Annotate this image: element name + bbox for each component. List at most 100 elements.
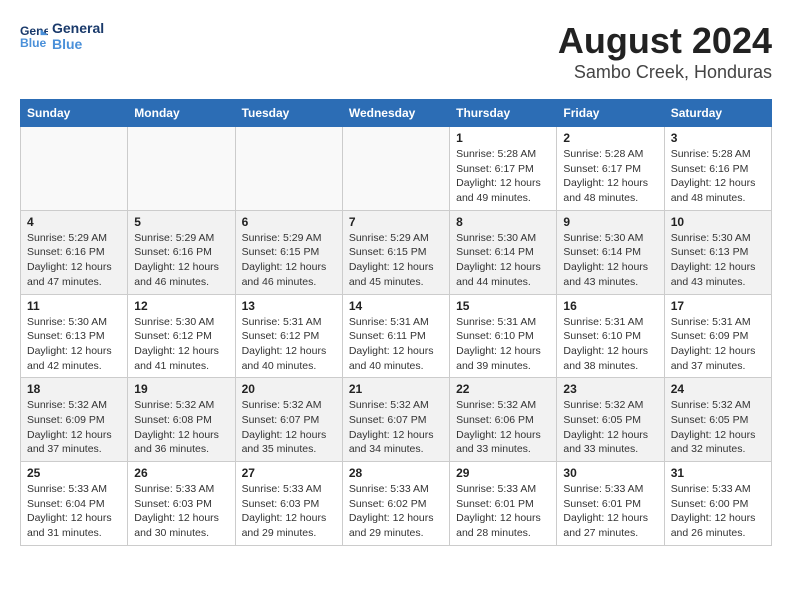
day-info-line: Sunset: 6:16 PM [27,245,121,260]
day-info-line: Sunrise: 5:33 AM [349,482,443,497]
day-info-line: Daylight: 12 hours [563,428,657,443]
day-info-line: Sunset: 6:03 PM [242,497,336,512]
calendar-cell: 5Sunrise: 5:29 AMSunset: 6:16 PMDaylight… [128,210,235,294]
day-info: Sunrise: 5:30 AMSunset: 6:12 PMDaylight:… [134,315,228,374]
day-info-line: and 26 minutes. [671,526,765,541]
day-info-line: Sunrise: 5:29 AM [349,231,443,246]
day-info-line: Sunset: 6:17 PM [563,162,657,177]
day-info-line: Daylight: 12 hours [456,511,550,526]
header-monday: Monday [128,100,235,127]
day-info-line: Sunrise: 5:30 AM [563,231,657,246]
day-info-line: Sunrise: 5:31 AM [242,315,336,330]
day-number: 12 [134,299,228,313]
day-info-line: Sunset: 6:06 PM [456,413,550,428]
day-info-line: Sunrise: 5:32 AM [671,398,765,413]
day-info-line: Daylight: 12 hours [671,511,765,526]
calendar-week-5: 25 Sunrise: 5:33 AM Sunset: 6:04 PM Dayligh… [21,462,772,546]
day-info-line: Sunset: 6:15 PM [242,245,336,260]
day-info-line: Sunset: 6:07 PM [242,413,336,428]
day-info-line: Daylight: 12 hours [456,260,550,275]
day-info-line: Sunset: 6:13 PM [671,245,765,260]
day-info-line: Sunrise: 5:30 AM [671,231,765,246]
day-info-line: Sunrise: 5:32 AM [563,398,657,413]
day-info: Sunrise: 5:31 AMSunset: 6:09 PMDaylight:… [671,315,765,374]
calendar-cell: 2Sunrise: 5:28 AMSunset: 6:17 PMDaylight… [557,127,664,211]
day-info-line: Sunset: 6:04 PM [27,497,121,512]
day-number: 6 [242,215,336,229]
day-number: 29 [456,466,550,480]
day-info-line: Daylight: 12 hours [349,260,443,275]
day-info-line: and 37 minutes. [671,359,765,374]
day-info-line: Daylight: 12 hours [563,511,657,526]
day-info-line: and 39 minutes. [456,359,550,374]
day-info: Sunrise: 5:32 AMSunset: 6:07 PMDaylight:… [242,398,336,457]
calendar-cell: 29Sunrise: 5:33 AMSunset: 6:01 PMDayligh… [450,462,557,546]
day-info-line: Daylight: 12 hours [27,344,121,359]
day-info-line: and 40 minutes. [242,359,336,374]
calendar-cell: 16Sunrise: 5:31 AMSunset: 6:10 PMDayligh… [557,294,664,378]
day-info-line: and 42 minutes. [27,359,121,374]
day-info-line: Sunset: 6:10 PM [563,329,657,344]
day-info: Sunrise: 5:33 AMSunset: 6:02 PMDaylight:… [349,482,443,541]
day-info-line: Sunrise: 5:28 AM [563,147,657,162]
day-info-line: and 38 minutes. [563,359,657,374]
day-info-line: and 44 minutes. [456,275,550,290]
day-info-line: Daylight: 12 hours [134,511,228,526]
calendar-cell: 18Sunrise: 5:32 AMSunset: 6:09 PMDayligh… [21,378,128,462]
day-number: 31 [671,466,765,480]
day-info-line: Sunrise: 5:33 AM [456,482,550,497]
day-number: 8 [456,215,550,229]
logo-line1: General [52,20,104,36]
day-number: 18 [27,382,121,396]
day-info: Sunrise: 5:28 AMSunset: 6:17 PMDaylight:… [456,147,550,206]
day-info-line: and 40 minutes. [349,359,443,374]
day-number: 28 [349,466,443,480]
day-number: 14 [349,299,443,313]
logo-line2: Blue [52,36,104,52]
day-info-line: Sunrise: 5:33 AM [134,482,228,497]
day-info-line: and 43 minutes. [671,275,765,290]
header-tuesday: Tuesday [235,100,342,127]
day-info: Sunrise: 5:32 AMSunset: 6:05 PMDaylight:… [671,398,765,457]
day-info-line: Sunset: 6:00 PM [671,497,765,512]
day-info-line: and 29 minutes. [242,526,336,541]
day-info-line: Daylight: 12 hours [242,428,336,443]
day-info-line: and 34 minutes. [349,442,443,457]
day-info-line: Daylight: 12 hours [456,176,550,191]
day-info-line: Sunrise: 5:30 AM [27,315,121,330]
day-info-line: Daylight: 12 hours [242,511,336,526]
calendar-cell [21,127,128,211]
title-block: August 2024 Sambo Creek, Honduras [558,20,772,83]
header-wednesday: Wednesday [342,100,449,127]
day-info-line: Daylight: 12 hours [671,344,765,359]
day-number: 7 [349,215,443,229]
calendar-cell [235,127,342,211]
day-info: Sunrise: 5:32 AMSunset: 6:08 PMDaylight:… [134,398,228,457]
day-info-line: Sunset: 6:10 PM [456,329,550,344]
day-info: Sunrise: 5:33 AMSunset: 6:00 PMDaylight:… [671,482,765,541]
day-info-line: Sunset: 6:12 PM [242,329,336,344]
day-number: 25 [27,466,121,480]
calendar-cell: 26Sunrise: 5:33 AMSunset: 6:03 PMDayligh… [128,462,235,546]
calendar-cell: 28 Sunrise: 5:33 AMSunset: 6:02 PMDayligh… [342,462,449,546]
day-info-line: Daylight: 12 hours [349,511,443,526]
day-info-line: Daylight: 12 hours [242,260,336,275]
day-info-line: and 49 minutes. [456,191,550,206]
calendar-cell: 14Sunrise: 5:31 AMSunset: 6:11 PMDayligh… [342,294,449,378]
day-info-line: and 48 minutes. [563,191,657,206]
day-info-line: Sunset: 6:09 PM [671,329,765,344]
day-info-line: Sunrise: 5:29 AM [27,231,121,246]
calendar-cell: 6Sunrise: 5:29 AMSunset: 6:15 PMDaylight… [235,210,342,294]
day-info-line: Daylight: 12 hours [349,344,443,359]
calendar-cell: 19 Sunrise: 5:32 AMSunset: 6:08 PMDayligh… [128,378,235,462]
day-info: Sunrise: 5:31 AMSunset: 6:10 PMDaylight:… [563,315,657,374]
day-info-line: Sunset: 6:16 PM [134,245,228,260]
day-info: Sunrise: 5:32 AMSunset: 6:07 PMDaylight:… [349,398,443,457]
calendar-cell: 8Sunrise: 5:30 AMSunset: 6:14 PMDaylight… [450,210,557,294]
calendar-cell: 7Sunrise: 5:29 AMSunset: 6:15 PMDaylight… [342,210,449,294]
day-info-line: Sunset: 6:05 PM [563,413,657,428]
day-info-line: and 27 minutes. [563,526,657,541]
day-number: 19 [134,382,228,396]
day-info-line: and 35 minutes. [242,442,336,457]
day-info-line: and 46 minutes. [134,275,228,290]
